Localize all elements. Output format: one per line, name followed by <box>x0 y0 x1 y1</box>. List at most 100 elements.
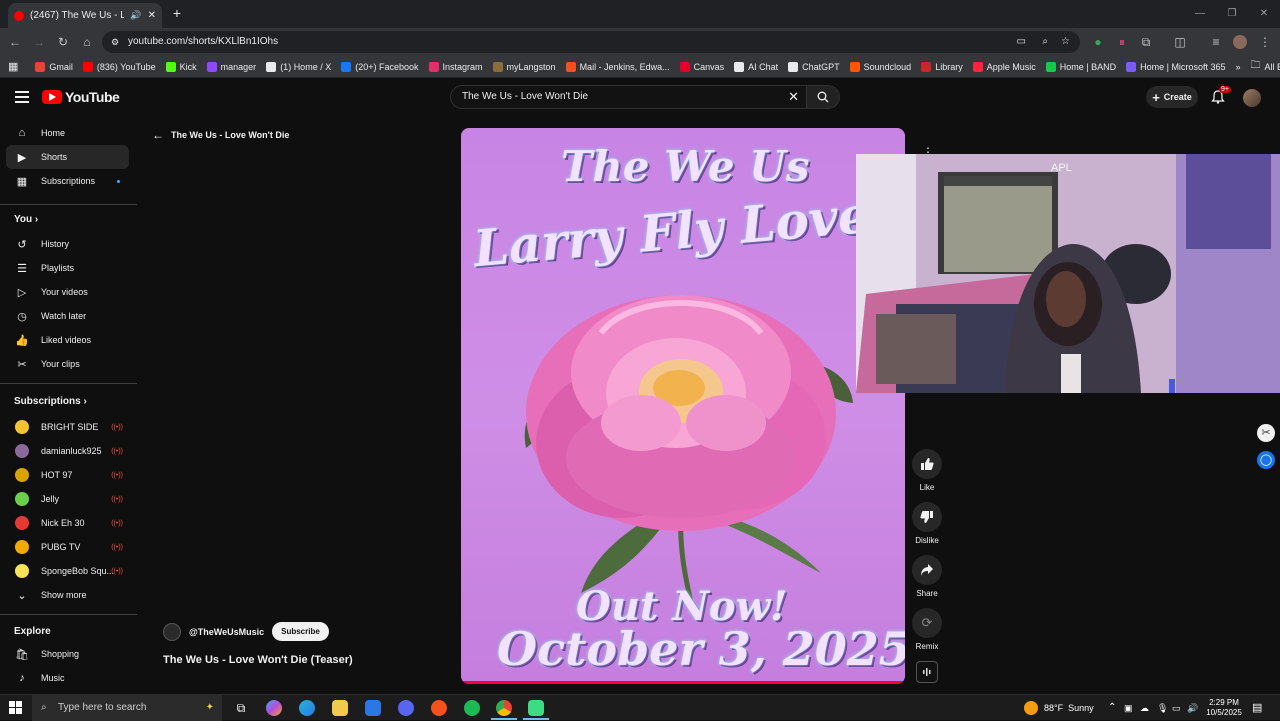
zoom-icon[interactable]: ⌕ <box>1042 31 1048 53</box>
extensions-icon[interactable]: ⧉ <box>1138 34 1154 50</box>
browser-menu-icon[interactable]: ⋮ <box>1257 34 1273 50</box>
short-back-link[interactable]: ← The We Us - Love Won't Die <box>152 128 289 142</box>
forward-icon[interactable]: → <box>31 34 47 50</box>
sidebar-item-pubg-tv[interactable]: PUBG TV ((•)) <box>6 535 129 559</box>
app-orange-icon[interactable] <box>431 700 447 716</box>
app-green-icon[interactable] <box>528 700 544 716</box>
sidebar-item-liked-videos[interactable]: 👍 Liked videos <box>6 328 129 352</box>
sidebar-item-your-clips[interactable]: ✂ Your clips <box>6 352 129 376</box>
share-button[interactable]: Share <box>912 555 942 598</box>
sidebar-item-shopping[interactable]: 🛍 Shopping <box>6 642 129 666</box>
channel-avatar[interactable] <box>163 622 181 641</box>
remix-button[interactable]: ⟳ Remix <box>912 608 942 651</box>
sidebar-explore-header[interactable]: Explore <box>14 626 51 637</box>
create-button[interactable]: + Create <box>1146 86 1198 108</box>
sidebar-item-playlists[interactable]: ☰ Playlists <box>6 256 129 280</box>
sidebar-subscriptions-header[interactable]: Subscriptions › <box>14 396 87 407</box>
bookmark-item[interactable]: Mail - Jenkins, Edwa... <box>561 61 675 72</box>
site-info-icon[interactable]: ⚙ <box>111 31 119 53</box>
extension-overlay-icon[interactable]: ◯ <box>1257 451 1275 469</box>
extension-pink-icon[interactable]: ⏸ <box>1114 34 1130 50</box>
bookmark-item[interactable]: Canvas <box>675 61 730 72</box>
like-button[interactable]: Like <box>912 449 942 492</box>
scissors-icon[interactable]: ✂ <box>1257 424 1275 442</box>
notification-center-icon[interactable]: ▤ <box>1252 695 1262 721</box>
bookmark-star-icon[interactable]: ☆ <box>1061 31 1070 53</box>
microphone-icon[interactable]: 🎙 <box>1157 695 1168 721</box>
bookmark-item[interactable]: AI Chat <box>729 61 783 72</box>
copilot-icon[interactable] <box>266 700 282 716</box>
chrome-icon[interactable] <box>496 700 512 716</box>
cast-icon[interactable]: ▭ <box>1017 31 1026 53</box>
apps-icon[interactable]: ▦ <box>0 60 30 73</box>
bookmark-item[interactable]: Home | BAND <box>1041 61 1121 72</box>
sidebar-item-hot-97[interactable]: HOT 97 ((•)) <box>6 463 129 487</box>
new-tab-button[interactable]: + <box>169 5 185 21</box>
sidebar-item-nick-eh-30[interactable]: Nick Eh 30 ((•)) <box>6 511 129 535</box>
sidebar-item-jelly[interactable]: Jelly ((•)) <box>6 487 129 511</box>
hamburger-menu-icon[interactable] <box>15 91 29 103</box>
bookmark-item[interactable]: Library <box>916 61 968 72</box>
reload-icon[interactable]: ↻ <box>55 34 71 50</box>
video-progress-bar[interactable] <box>461 681 905 684</box>
sidebar-item-bright-side[interactable]: BRIGHT SIDE ((•)) <box>6 415 129 439</box>
search-input[interactable]: The We Us - Love Won't Die ✕ <box>450 85 808 109</box>
show-more-button[interactable]: ⌄ Show more <box>6 583 129 607</box>
maximize-icon[interactable]: ❐ <box>1216 0 1248 28</box>
channel-name[interactable]: @TheWeUsMusic <box>189 627 264 637</box>
bookmark-item[interactable]: (1) Home / X <box>261 61 336 72</box>
sidebar-item-subscriptions[interactable]: ▦ Subscriptions <box>6 169 129 193</box>
back-icon[interactable]: ← <box>7 34 23 50</box>
browser-tab[interactable]: (2467) The We Us - Love W 🔊 ✕ <box>8 3 162 28</box>
sidebar-item-spongebob-squ[interactable]: SpongeBob Squ... ((•)) <box>6 559 129 583</box>
task-view-icon[interactable]: ⧉ <box>233 700 249 716</box>
sidebar-item-shorts[interactable]: ▶ Shorts <box>6 145 129 169</box>
file-explorer-icon[interactable] <box>332 700 348 716</box>
weather-text[interactable]: 88°F Sunny <box>1044 695 1094 721</box>
bookmark-item[interactable]: Apple Music <box>968 61 1041 72</box>
tray-cloud-icon[interactable]: ☁ <box>1140 695 1149 721</box>
bookmark-item[interactable]: Soundcloud <box>845 61 917 72</box>
all-bookmarks[interactable]: 🗀 All Bookmarks <box>1245 58 1280 75</box>
sidebar-item-music[interactable]: ♪ Music <box>6 666 129 690</box>
spotify-icon[interactable] <box>464 700 480 716</box>
clock[interactable]: 2:29 PM 10/5/2025 <box>1206 698 1242 718</box>
sidebar-item-history[interactable]: ↺ History <box>6 232 129 256</box>
youtube-logo[interactable]: YouTube <box>42 89 120 105</box>
bookmark-item[interactable]: myLangston <box>488 61 561 72</box>
bookmark-item[interactable]: Home | Microsoft 365 <box>1121 61 1230 72</box>
sound-thumbnail-icon[interactable] <box>916 661 938 683</box>
minimize-icon[interactable]: — <box>1184 0 1216 28</box>
account-avatar[interactable] <box>1243 89 1261 107</box>
sidebar-item-watch-later[interactable]: ◷ Watch later <box>6 304 129 328</box>
short-video-player[interactable]: The We Us Larry Fly Love Out Now! Octobe… <box>461 128 905 684</box>
side-panel-icon[interactable]: ◫ <box>1172 34 1188 50</box>
windows-start-icon[interactable] <box>9 701 23 715</box>
edge-icon[interactable] <box>299 700 315 716</box>
bookmark-item[interactable]: Instagram <box>424 61 488 72</box>
bookmark-item[interactable]: Kick <box>161 61 202 72</box>
bookmark-item[interactable]: ChatGPT <box>783 61 845 72</box>
extension-green-icon[interactable]: ● <box>1090 34 1106 50</box>
speaker-icon[interactable]: 🔊 <box>130 10 141 21</box>
microsoft-store-icon[interactable] <box>365 700 381 716</box>
sidebar-item-home[interactable]: ⌂ Home <box>6 121 129 145</box>
sun-weather-icon[interactable] <box>1024 701 1038 715</box>
sidebar-item-your-videos[interactable]: ▷ Your videos <box>6 280 129 304</box>
sidebar-item-damianluck925[interactable]: damianluck925 ((•)) <box>6 439 129 463</box>
tab-close-icon[interactable]: ✕ <box>148 10 156 21</box>
more-bookmarks-icon[interactable]: » <box>1230 62 1245 72</box>
taskbar-search-input[interactable]: ⌕ Type here to search ✦ <box>32 695 222 721</box>
profile-avatar-icon[interactable] <box>1232 34 1248 50</box>
subscribe-button[interactable]: Subscribe <box>272 622 329 641</box>
clear-search-icon[interactable]: ✕ <box>788 86 799 108</box>
notifications-bell-icon[interactable]: 9+ <box>1211 86 1231 106</box>
bookmark-item[interactable]: manager <box>202 61 262 72</box>
bookmark-item[interactable]: (20+) Facebook <box>336 61 423 72</box>
media-control-icon[interactable]: ≡ <box>1208 34 1224 50</box>
network-icon[interactable]: ▭ <box>1172 695 1181 721</box>
address-bar[interactable]: ⚙ youtube.com/shorts/KXLlBn1IOhs ▭ ⌕ ☆ <box>102 31 1080 53</box>
bookmark-item[interactable]: (836) YouTube <box>78 61 161 72</box>
home-browser-icon[interactable]: ⌂ <box>79 34 95 50</box>
close-window-icon[interactable]: ✕ <box>1248 0 1280 28</box>
